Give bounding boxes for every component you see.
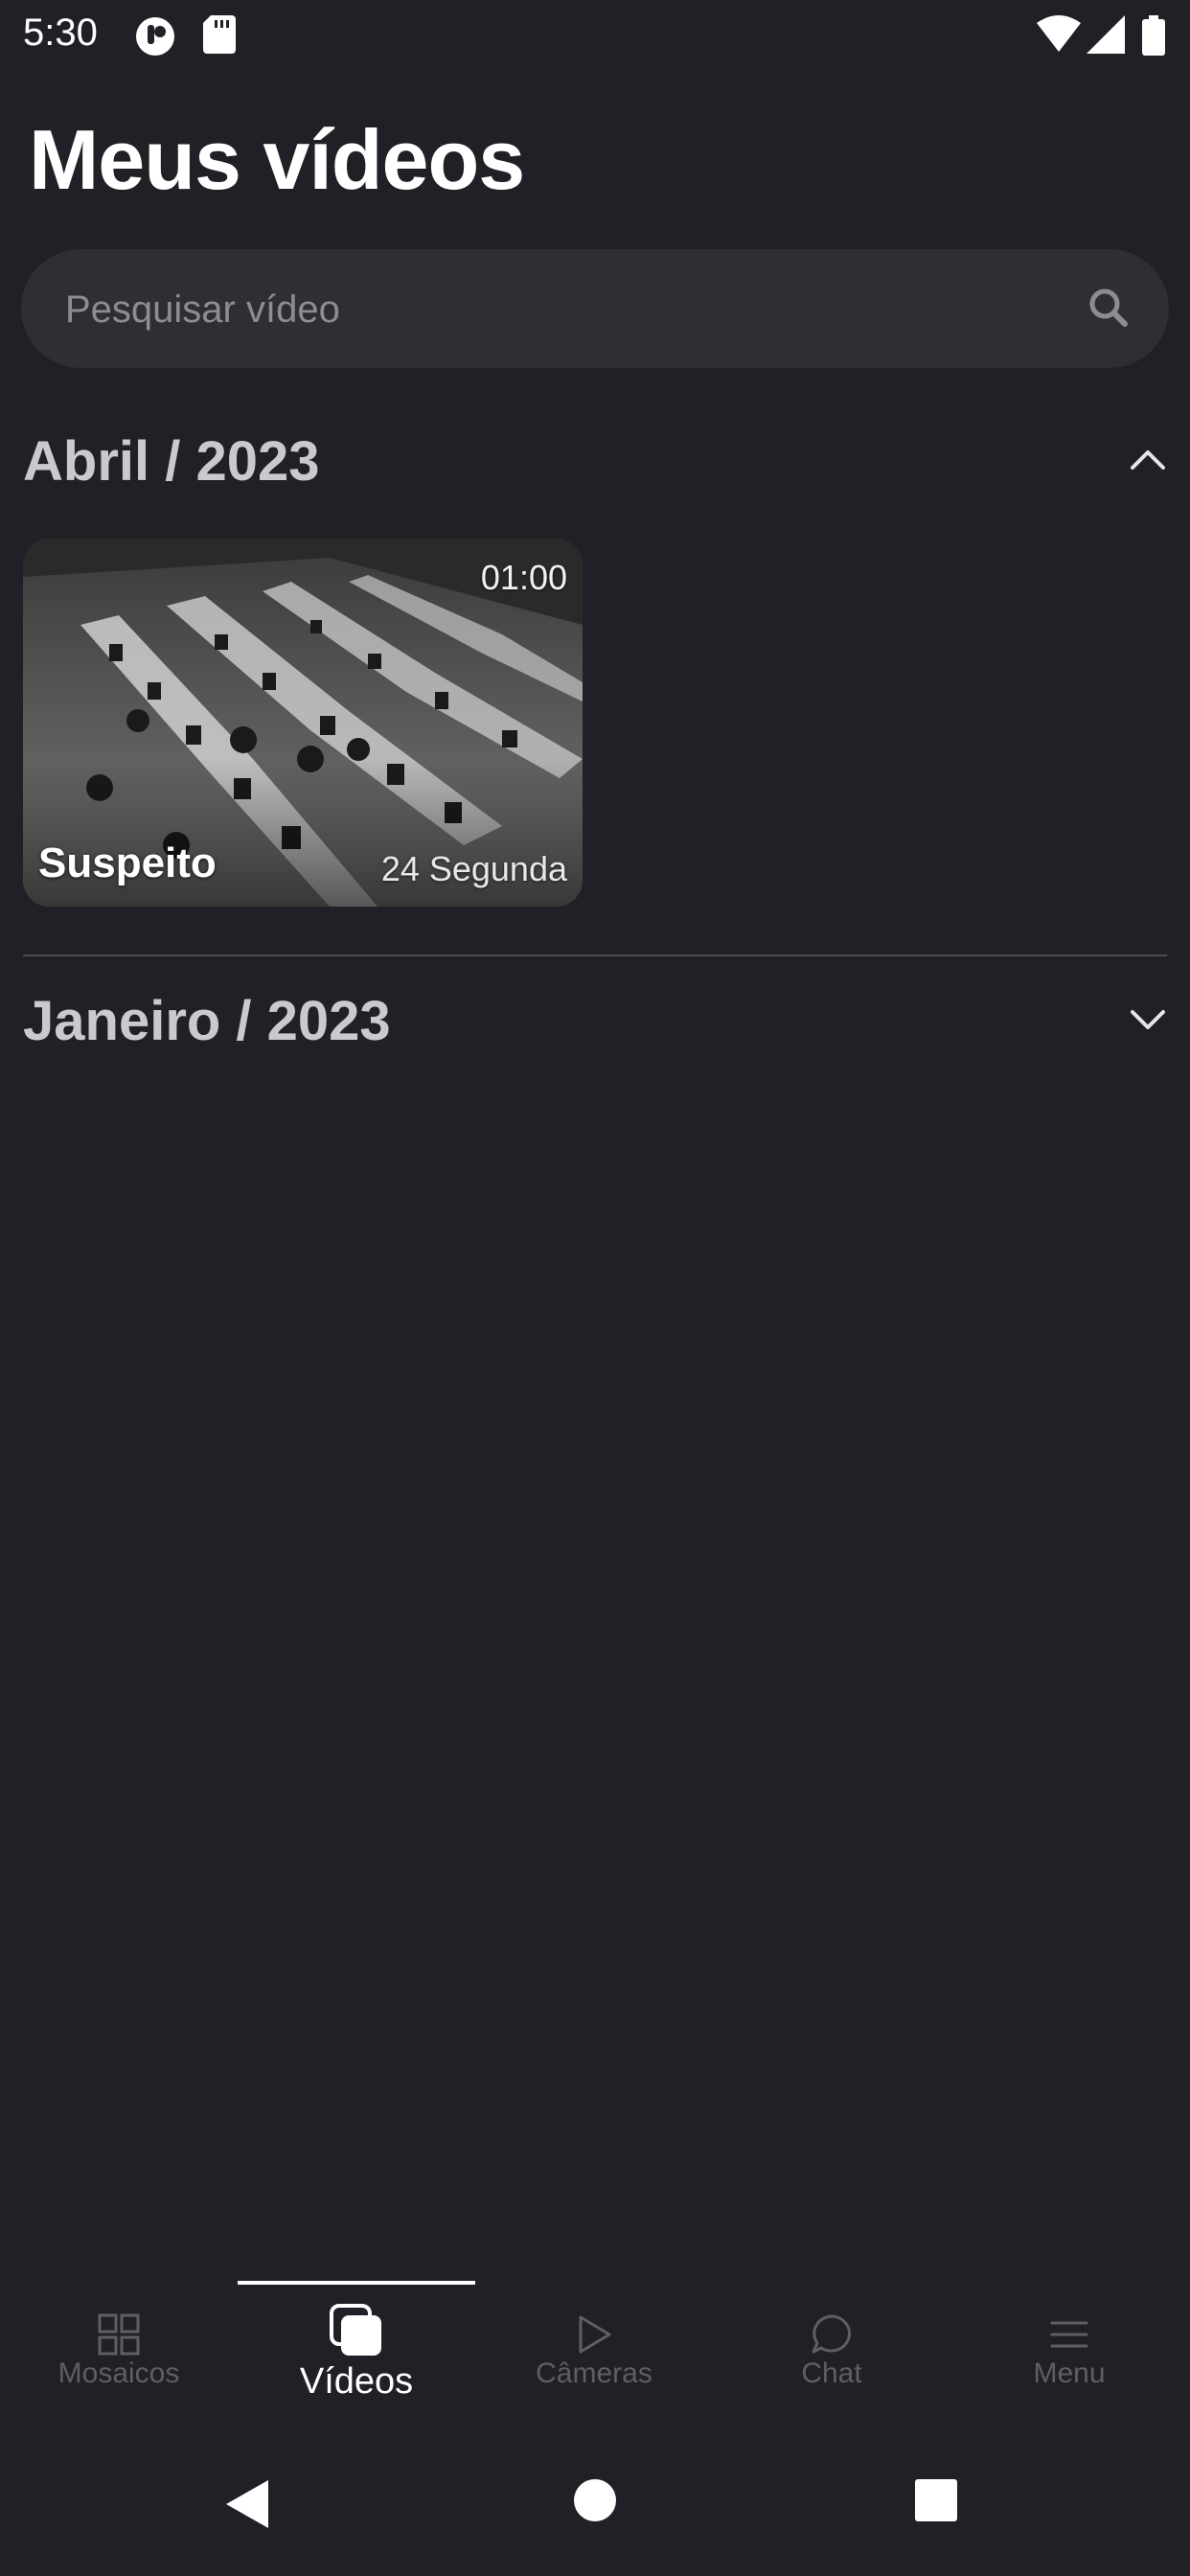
nav-label: Menu	[1033, 2358, 1106, 2389]
section-header-janeiro-2023[interactable]: Janeiro / 2023	[0, 979, 1190, 1066]
chat-bubble-icon	[812, 2314, 851, 2354]
section-divider	[23, 954, 1167, 956]
search-icon[interactable]	[1088, 288, 1129, 328]
system-nav-bar	[0, 2434, 1190, 2576]
section-header-abril-2023[interactable]: Abril / 2023	[0, 420, 1190, 506]
nav-tab-mosaicos[interactable]: Mosaicos	[0, 2300, 238, 2425]
page-title: Meus vídeos	[29, 112, 525, 207]
nav-tab-cameras[interactable]: Câmeras	[475, 2300, 713, 2425]
video-date: 24 Segunda	[380, 849, 567, 888]
wifi-icon	[1037, 15, 1081, 52]
nav-tab-chat[interactable]: Chat	[713, 2300, 950, 2425]
app-notification-icon	[136, 17, 174, 56]
chevron-down-icon[interactable]	[1129, 1000, 1167, 1039]
nav-label: Vídeos	[299, 2361, 414, 2402]
battery-icon	[1142, 15, 1165, 56]
search-input[interactable]	[63, 249, 1073, 370]
recents-icon[interactable]	[914, 2478, 958, 2522]
signal-icon	[1087, 15, 1125, 54]
nav-label: Mosaicos	[57, 2358, 180, 2389]
nav-label: Câmeras	[536, 2358, 652, 2389]
back-icon[interactable]	[224, 2478, 272, 2530]
status-time: 5:30	[23, 12, 98, 54]
grid-icon	[98, 2313, 140, 2356]
search-bar[interactable]	[21, 249, 1169, 370]
videos-icon	[330, 2304, 381, 2356]
section-title: Abril / 2023	[23, 430, 320, 493]
active-tab-indicator	[238, 2281, 475, 2285]
play-icon	[579, 2315, 611, 2354]
nav-tab-videos[interactable]: Vídeos	[238, 2300, 475, 2425]
home-icon[interactable]	[573, 2478, 617, 2522]
video-title: Suspeito	[38, 840, 217, 886]
video-duration: 01:00	[480, 558, 567, 597]
section-title: Janeiro / 2023	[23, 990, 391, 1052]
nav-label: Chat	[801, 2358, 862, 2389]
video-card[interactable]: 01:00 Suspeito 24 Segunda	[23, 539, 583, 907]
chevron-up-icon[interactable]	[1129, 441, 1167, 479]
nav-tab-menu[interactable]: Menu	[950, 2300, 1188, 2425]
menu-icon	[1050, 2321, 1088, 2348]
status-bar: 5:30	[0, 0, 1190, 69]
screen: 5:30 Meus vídeos Pesquisar vídeo Abril /…	[0, 0, 1190, 2576]
sd-card-icon	[203, 15, 236, 54]
